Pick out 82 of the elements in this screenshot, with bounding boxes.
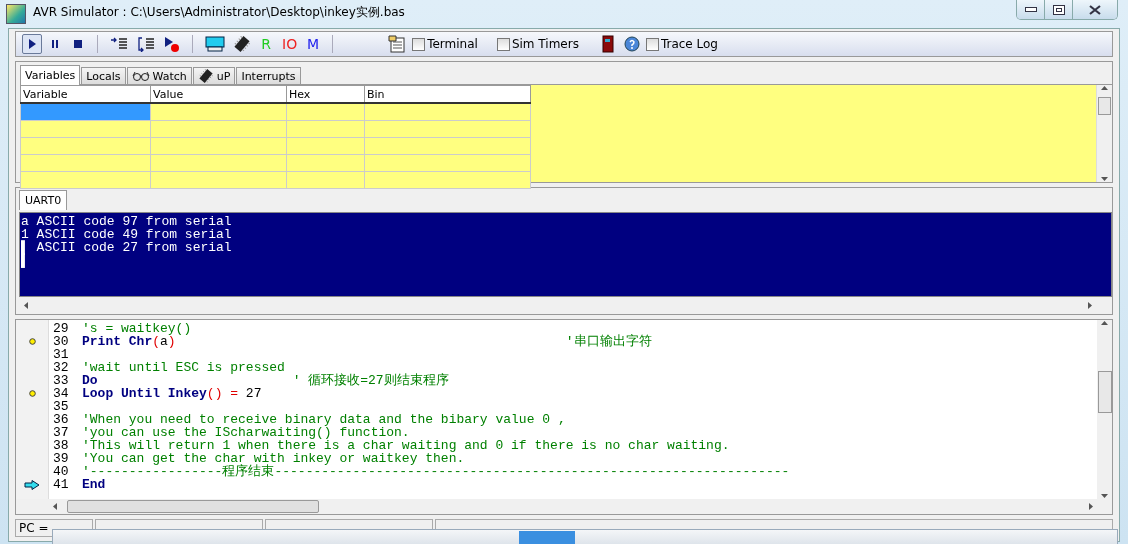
minimize-button[interactable]: [1017, 0, 1045, 19]
play-dot-icon: [164, 36, 180, 52]
stop-icon: [73, 38, 83, 50]
checkbox[interactable]: Sim Timers: [496, 37, 579, 51]
chip-icon: [234, 36, 250, 52]
terminal-line: 1 ASCII code 49 from serial: [21, 228, 233, 241]
restore-button[interactable]: [1045, 0, 1073, 19]
close-icon: [1089, 4, 1101, 15]
line-number: 34: [52, 387, 70, 400]
code-line: 's = waitkey(): [82, 322, 192, 335]
code-line: Print Chr(a) '串口输出字符: [82, 335, 652, 348]
line-number: 33: [52, 374, 70, 387]
code-line: Do ' 循环接收=27则结束程序: [82, 374, 449, 387]
scroll-thumb[interactable]: [1097, 371, 1112, 413]
code-line: 'You can get the char with inkey or waitkey then.: [82, 452, 465, 465]
scroll-up-icon: [1101, 85, 1108, 92]
toolbar-button[interactable]: [202, 34, 228, 54]
grid-cell[interactable]: [20, 120, 151, 138]
column-header[interactable]: Bin: [364, 85, 531, 103]
scroll-right-icon: [1087, 503, 1094, 510]
terminal-line: ▌ ASCII code 27 from serial: [21, 241, 233, 254]
checkbox[interactable]: Trace Log: [645, 37, 718, 51]
tab[interactable]: uP: [192, 67, 236, 84]
scroll-left-icon: [23, 302, 30, 309]
line-number: 36: [52, 413, 70, 426]
line-number: 38: [52, 439, 70, 452]
terminal-icon: [388, 35, 407, 53]
code-line: '-----------------程序结束------------------------------------------------------------------: [82, 465, 790, 478]
help-icon: [623, 36, 640, 52]
step-bracket-icon: [137, 36, 155, 52]
scroll-thumb[interactable]: [1098, 97, 1111, 115]
terminal-line: ▌: [21, 254, 30, 267]
close-button[interactable]: [1073, 0, 1117, 19]
terminal-line: a ASCII code 97 from serial: [21, 215, 233, 228]
lcd-icon: [205, 36, 225, 52]
scroll-down-icon: [1101, 175, 1108, 182]
line-number: 35: [52, 400, 70, 413]
pause-icon: [50, 38, 60, 50]
column-header[interactable]: Value: [150, 85, 287, 103]
line-number: 37: [52, 426, 70, 439]
glasses-icon: [131, 70, 150, 82]
toolbar-button[interactable]: [22, 34, 42, 54]
line-number: 39: [52, 452, 70, 465]
restore-icon: [1052, 4, 1065, 15]
line-number: 41: [52, 478, 70, 491]
minimize-icon: [1024, 6, 1037, 13]
code-line: 'wait until ESC is pressed: [82, 361, 285, 374]
checkbox[interactable]: Terminal: [412, 37, 478, 51]
line-number: 32: [52, 361, 70, 374]
toolbar-button[interactable]: M: [303, 34, 324, 54]
code-line: End: [82, 478, 106, 491]
window-title: AVR Simulator : C:\Users\Administrator\Desktop\inkey实例.bas: [33, 4, 405, 21]
tab[interactable]: Variables: [20, 65, 81, 85]
tab[interactable]: Interrupts: [236, 67, 301, 84]
tab[interactable]: Locals: [81, 67, 126, 84]
scroll-up-icon: [1101, 320, 1108, 327]
line-number: 31: [52, 348, 70, 361]
vertical-scrollbar[interactable]: [1097, 320, 1112, 499]
door-icon: [601, 35, 614, 53]
line-number: 29: [52, 322, 70, 335]
code-line: 'you can use the IScharwaiting() function.: [82, 426, 410, 439]
step-lines-icon: [110, 36, 128, 52]
grid-cell[interactable]: [20, 154, 151, 172]
line-number: 40: [52, 465, 70, 478]
grid-cell[interactable]: [20, 171, 151, 189]
tab[interactable]: UART0: [19, 190, 68, 210]
code-line: 'When you need to receive binary data and the bibary value 0 ,: [82, 413, 566, 426]
code-line: Loop Until Inkey() = 27: [82, 387, 262, 400]
scroll-thumb[interactable]: [67, 500, 319, 513]
scroll-right-icon: [1086, 302, 1093, 309]
play-icon: [27, 38, 37, 50]
app-logo-icon: [6, 4, 26, 24]
scroll-left-icon: [52, 503, 59, 510]
tab[interactable]: Watch: [126, 67, 192, 84]
column-header[interactable]: Variable: [20, 85, 151, 103]
grid-cell[interactable]: [20, 137, 151, 155]
scroll-down-icon: [1101, 492, 1108, 499]
column-header[interactable]: Hex: [286, 85, 365, 103]
toolbar-button[interactable]: IO: [279, 34, 301, 54]
code-line: 'This will return 1 when there is a char waiting and 0 if there is no char waiting.: [82, 439, 730, 452]
vertical-scrollbar[interactable]: [1096, 85, 1112, 182]
line-number: 30: [52, 335, 70, 348]
